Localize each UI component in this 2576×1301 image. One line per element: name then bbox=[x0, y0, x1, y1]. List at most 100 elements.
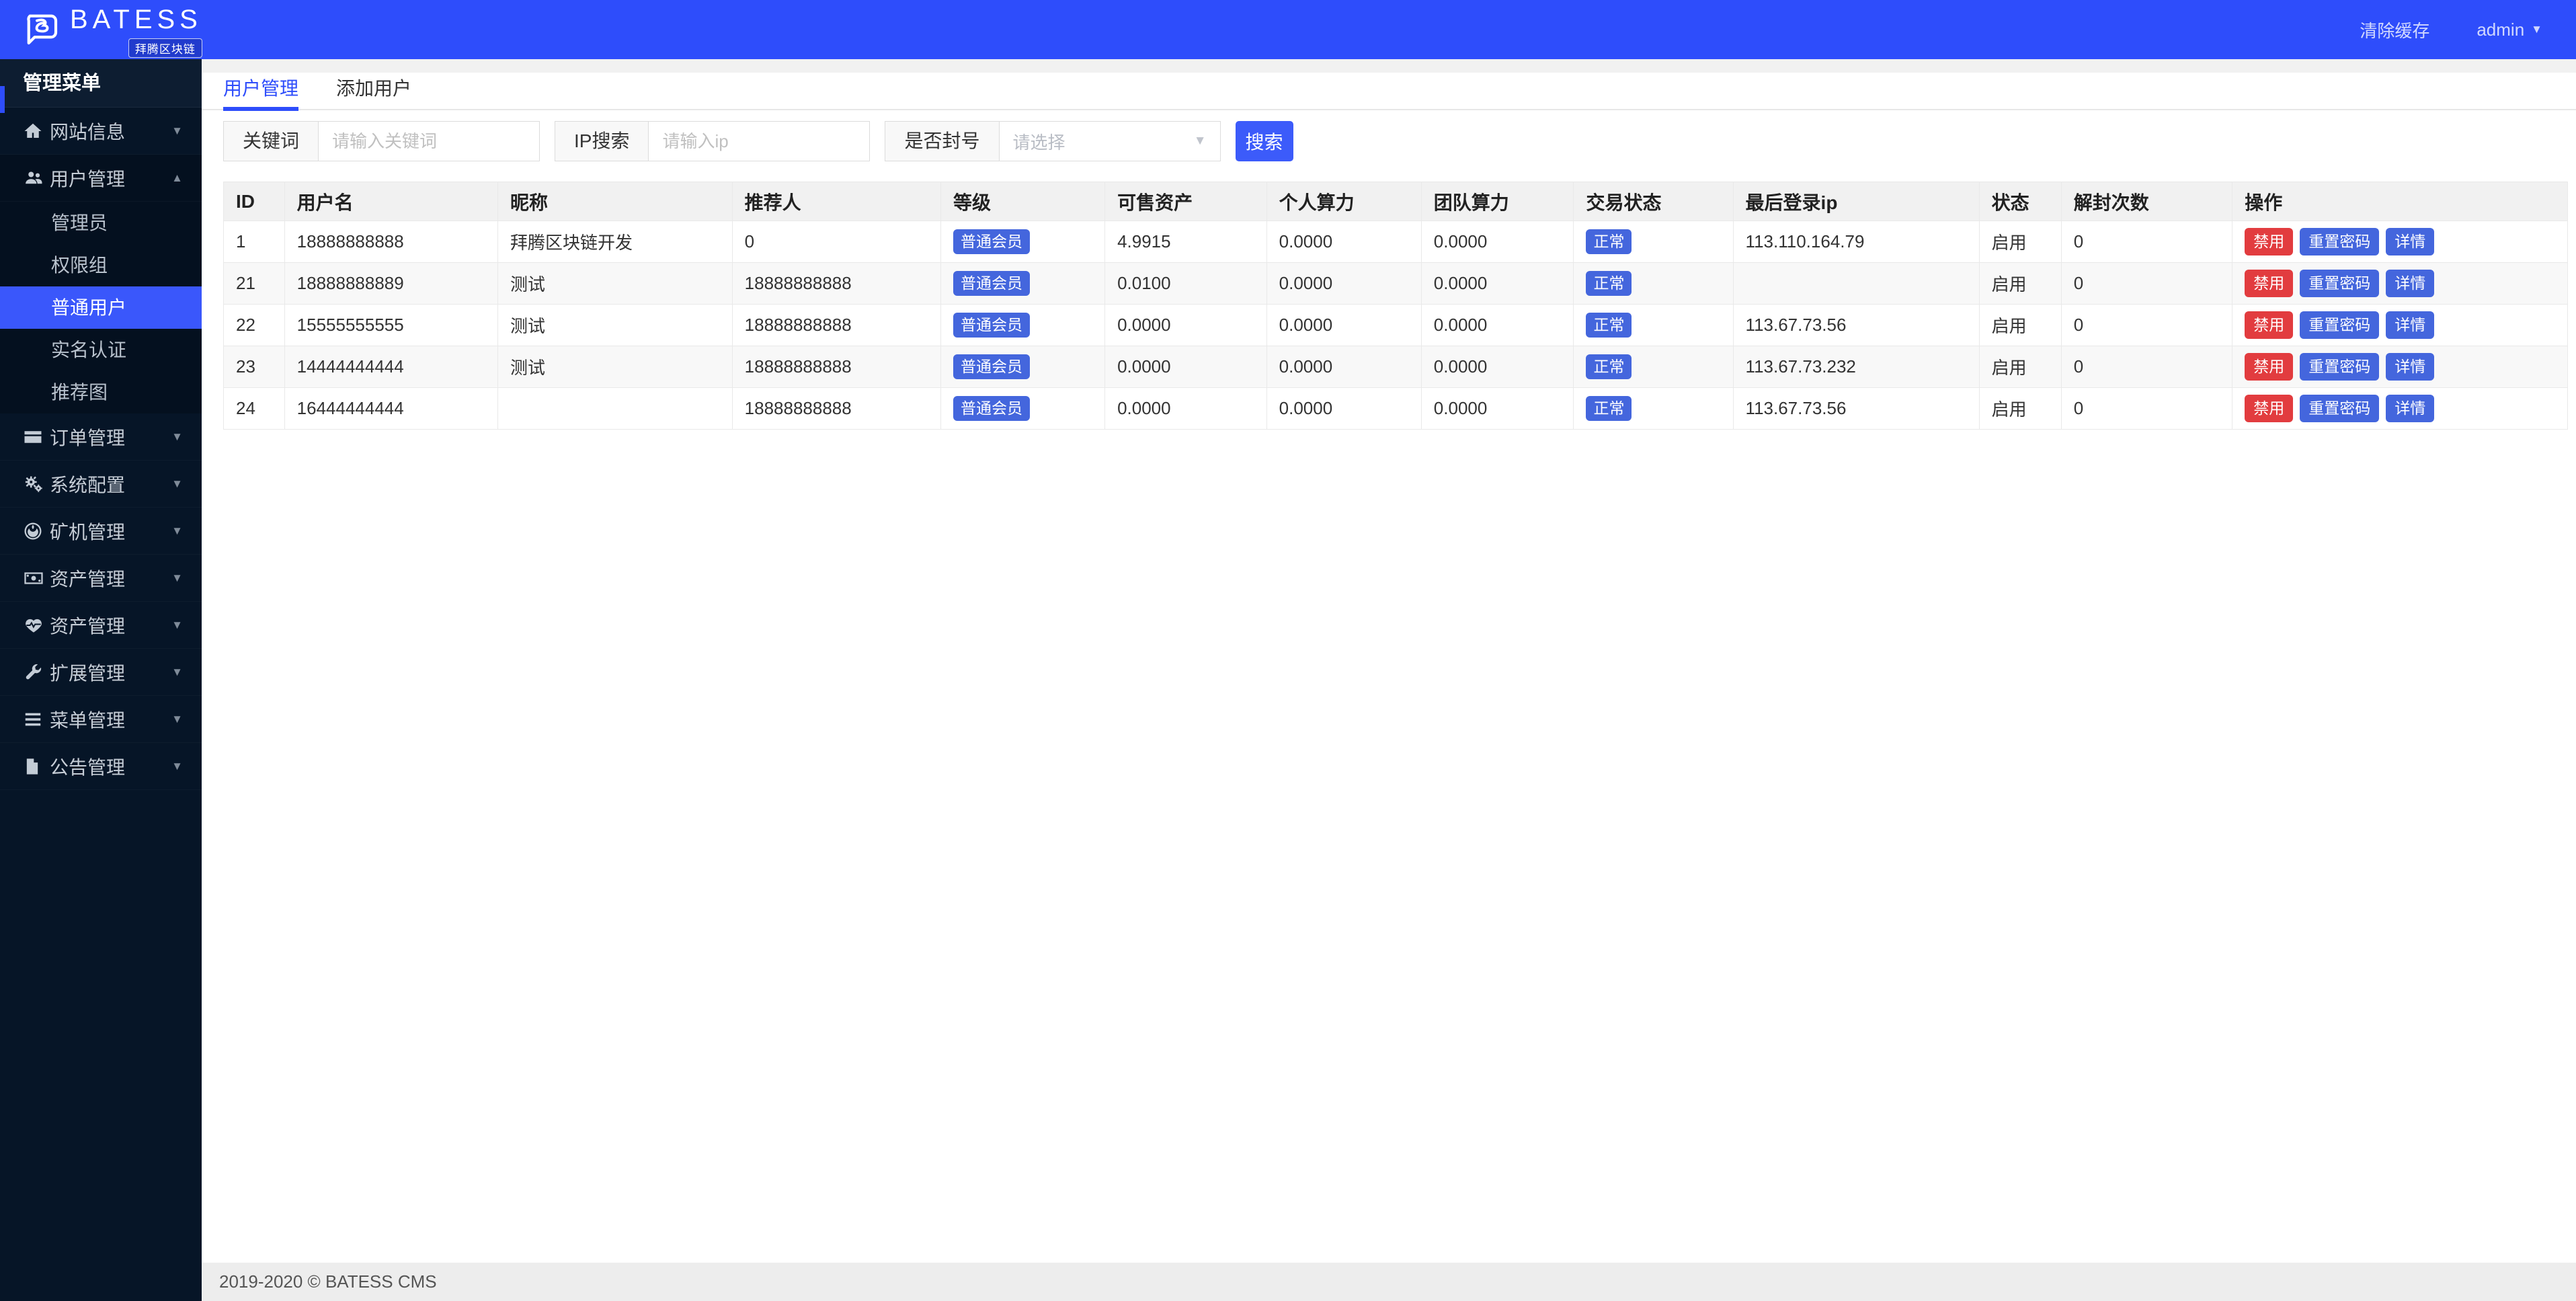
chevron-down-icon: ▼ bbox=[171, 571, 183, 584]
disable-button[interactable]: 禁用 bbox=[2245, 228, 2294, 255]
chevron-down-icon: ▼ bbox=[171, 430, 183, 443]
cell-id: 21 bbox=[223, 262, 285, 305]
file-icon bbox=[23, 756, 50, 777]
table-row: 24 16444444444 18888888888 普通会员 0.0000 0.0000… bbox=[223, 387, 2568, 430]
sidebar-item-label: 资产管理 bbox=[50, 615, 126, 637]
brand-logo: BATESS 拜腾区块链 bbox=[0, 2, 202, 58]
sidebar-item-label: 用户管理 bbox=[50, 168, 126, 190]
disable-button[interactable]: 禁用 bbox=[2245, 395, 2294, 422]
user-table: ID 用户名 昵称 推荐人 等级 可售资产 个人算力 团队算力 交易状态 最后登录ip 状态 解封次数… bbox=[223, 182, 2568, 430]
tab-bar: 用户管理 添加用户 bbox=[202, 72, 2576, 111]
detail-button[interactable]: 详情 bbox=[2386, 228, 2435, 255]
cell-username: 18888888888 bbox=[284, 221, 498, 263]
sidebar-item-label: 菜单管理 bbox=[50, 709, 126, 731]
sidebar-item-system-config[interactable]: 系统配置 ▼ bbox=[0, 461, 202, 508]
ban-status-label: 是否封号 bbox=[885, 121, 999, 161]
column-header: 操作 bbox=[2232, 182, 2568, 221]
cell-last-ip: 113.67.73.56 bbox=[1732, 304, 1980, 346]
tab-add-user[interactable]: 添加用户 bbox=[336, 72, 411, 110]
column-header: 用户名 bbox=[284, 182, 498, 221]
sidebar-item-site-info[interactable]: 网站信息 ▼ bbox=[0, 108, 202, 155]
disable-button[interactable]: 禁用 bbox=[2245, 270, 2294, 297]
column-header: 昵称 bbox=[497, 182, 733, 221]
clear-cache-button[interactable]: 清除缓存 bbox=[2360, 17, 2429, 42]
column-header: 解封次数 bbox=[2060, 182, 2233, 221]
copyright-text: 2019-2020 © BATESS CMS bbox=[219, 1271, 437, 1292]
tab-user-management[interactable]: 用户管理 bbox=[223, 72, 299, 111]
cell-sellable: 4.9915 bbox=[1104, 221, 1267, 263]
detail-button[interactable]: 详情 bbox=[2386, 311, 2435, 339]
cell-username: 14444444444 bbox=[284, 346, 498, 388]
user-table-wrap: ID 用户名 昵称 推荐人 等级 可售资产 个人算力 团队算力 交易状态 最后登录ip 状态 解封次数… bbox=[223, 182, 2568, 430]
sidebar-item-asset-mgmt-2[interactable]: 资产管理 ▼ bbox=[0, 602, 202, 649]
sidebar-item-miner-mgmt[interactable]: 矿机管理 ▼ bbox=[0, 508, 202, 555]
detail-button[interactable]: 详情 bbox=[2386, 270, 2435, 297]
heartbeat-icon bbox=[23, 615, 50, 635]
cell-username: 16444444444 bbox=[284, 387, 498, 430]
reset-password-button[interactable]: 重置密码 bbox=[2300, 395, 2380, 422]
brand-name: BATESS bbox=[70, 4, 202, 34]
detail-button[interactable]: 详情 bbox=[2386, 395, 2435, 422]
cell-status: 启用 bbox=[1978, 304, 2062, 346]
cell-sellable: 0.0000 bbox=[1104, 387, 1267, 430]
cell-id: 24 bbox=[223, 387, 285, 430]
cell-level: 普通会员 bbox=[940, 262, 1106, 305]
cell-level: 普通会员 bbox=[940, 346, 1106, 388]
sidebar-subitem[interactable]: 管理员 bbox=[0, 202, 202, 244]
sidebar-item-menu-mgmt[interactable]: 菜单管理 ▼ bbox=[0, 696, 202, 743]
sidebar-item-extension-mgmt[interactable]: 扩展管理 ▼ bbox=[0, 649, 202, 696]
cell-level: 普通会员 bbox=[940, 221, 1106, 263]
cell-nickname: 拜腾区块链开发 bbox=[497, 221, 733, 263]
sidebar-subitem[interactable]: 权限组 bbox=[0, 244, 202, 286]
filter-bar: 关键词 IP搜索 是否封号 请选择 ▼ 搜索 bbox=[223, 121, 2568, 161]
column-header: 个人算力 bbox=[1266, 182, 1422, 221]
keyword-input[interactable] bbox=[318, 121, 540, 161]
user-menu[interactable]: admin ▼ bbox=[2477, 19, 2542, 40]
disable-button[interactable]: 禁用 bbox=[2245, 311, 2294, 339]
sidebar-section-user-mgmt: 用户管理 ▲ 管理员 权限组 普通用户 实名认证 推荐图 bbox=[0, 155, 202, 413]
reset-password-button[interactable]: 重置密码 bbox=[2300, 311, 2380, 339]
ban-status-select[interactable]: 请选择 ▼ bbox=[998, 121, 1221, 161]
disable-button[interactable]: 禁用 bbox=[2245, 353, 2294, 381]
sidebar-subitem[interactable]: 实名认证 bbox=[0, 329, 202, 371]
sidebar-item-label: 资产管理 bbox=[50, 568, 126, 590]
reset-password-button[interactable]: 重置密码 bbox=[2300, 353, 2380, 381]
level-badge: 普通会员 bbox=[953, 271, 1030, 296]
sidebar-subitem[interactable]: 推荐图 bbox=[0, 371, 202, 413]
cell-id: 23 bbox=[223, 346, 285, 388]
chevron-down-icon: ▼ bbox=[171, 477, 183, 490]
sidebar-item-order-mgmt[interactable]: 订单管理 ▼ bbox=[0, 413, 202, 461]
cell-last-ip: 113.110.164.79 bbox=[1732, 221, 1980, 263]
sidebar-item-asset-mgmt-1[interactable]: 资产管理 ▼ bbox=[0, 555, 202, 602]
cell-team-power: 0.0000 bbox=[1420, 346, 1574, 388]
cell-nickname: 测试 bbox=[497, 262, 733, 305]
wrench-icon bbox=[23, 662, 50, 682]
sidebar-item-label: 订单管理 bbox=[50, 427, 126, 448]
ip-input[interactable] bbox=[648, 121, 871, 161]
cell-team-power: 0.0000 bbox=[1420, 387, 1574, 430]
batess-logo-icon bbox=[23, 10, 61, 51]
sidebar-item-user-mgmt[interactable]: 用户管理 ▲ bbox=[0, 155, 202, 202]
cell-level: 普通会员 bbox=[940, 304, 1106, 346]
cell-status: 启用 bbox=[1978, 387, 2062, 430]
reset-password-button[interactable]: 重置密码 bbox=[2300, 270, 2380, 297]
sidebar-scrollbar[interactable] bbox=[0, 86, 5, 113]
cell-status: 启用 bbox=[1978, 262, 2062, 305]
reset-password-button[interactable]: 重置密码 bbox=[2300, 228, 2380, 255]
chevron-down-icon: ▼ bbox=[171, 524, 183, 537]
sidebar-subitem[interactable]: 普通用户 bbox=[0, 286, 202, 329]
cell-actions: 禁用 重置密码 详情 bbox=[2232, 304, 2568, 346]
ip-filter-group: IP搜索 bbox=[555, 121, 871, 161]
content-top-gap bbox=[202, 59, 2576, 73]
chevron-down-icon: ▼ bbox=[171, 665, 183, 678]
search-button[interactable]: 搜索 bbox=[1235, 121, 1293, 161]
cell-actions: 禁用 重置密码 详情 bbox=[2232, 262, 2568, 305]
detail-button[interactable]: 详情 bbox=[2386, 353, 2435, 381]
credit-card-icon bbox=[23, 427, 50, 447]
cell-personal-power: 0.0000 bbox=[1266, 346, 1422, 388]
sidebar-item-notice-mgmt[interactable]: 公告管理 ▼ bbox=[0, 743, 202, 790]
footer: 2019-2020 © BATESS CMS bbox=[202, 1263, 2576, 1301]
select-placeholder: 请选择 bbox=[1012, 132, 1065, 153]
sidebar-item-label: 扩展管理 bbox=[50, 662, 126, 684]
column-header: 状态 bbox=[1978, 182, 2062, 221]
